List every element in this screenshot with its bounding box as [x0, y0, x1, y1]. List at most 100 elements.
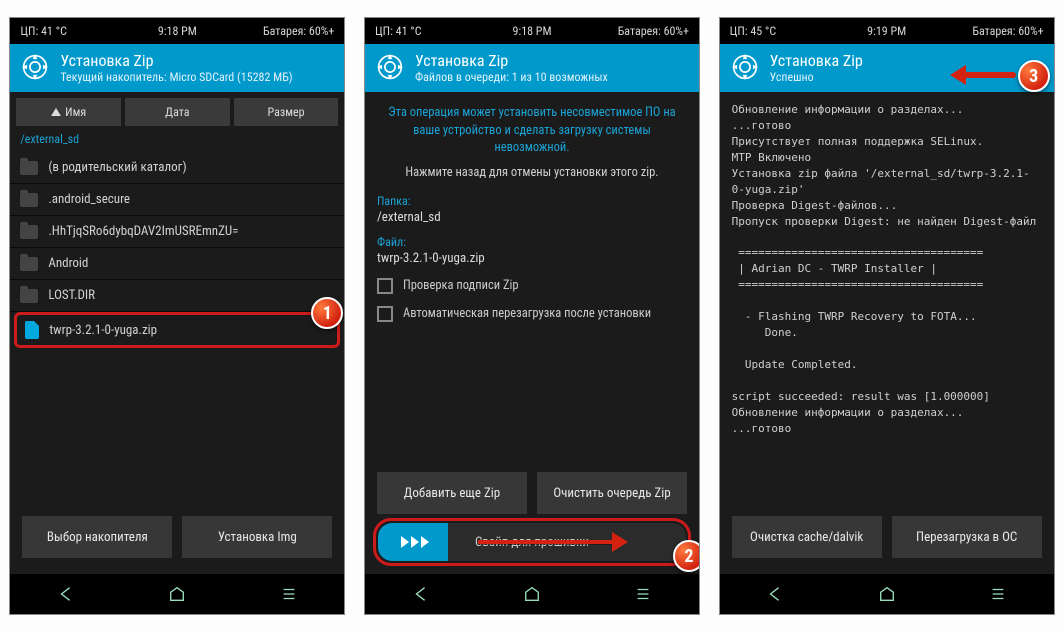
sort-by-size-button[interactable]: Размер — [234, 98, 339, 126]
twrp-logo-icon — [18, 50, 52, 84]
warning-text: Эта операция может установить несовмести… — [365, 92, 699, 165]
select-storage-button[interactable]: Выбор накопителя — [22, 516, 172, 558]
folder-icon — [20, 161, 38, 175]
folder-icon — [20, 193, 38, 207]
annotation-arrow-icon — [952, 64, 1016, 88]
folder-row[interactable]: LOST.DIR — [10, 280, 344, 312]
button-label: Установка Img — [218, 530, 297, 545]
nav-back-icon[interactable] — [765, 584, 785, 604]
result-panel: Обновление информации о разделах... ...г… — [720, 92, 1054, 574]
button-label: Добавить еще Zip — [404, 486, 500, 501]
folder-icon — [20, 257, 38, 271]
checkbox-icon — [377, 306, 393, 322]
system-nav-bar — [365, 574, 699, 614]
status-battery: Батарея: 60%+ — [939, 24, 1044, 38]
status-cpu: ЦП: 45 °C — [730, 24, 835, 38]
nav-back-icon[interactable] — [411, 584, 431, 604]
status-cpu: ЦП: 41 °C — [375, 24, 480, 38]
folder-icon — [20, 225, 38, 239]
folder-value: /external_sd — [365, 210, 699, 231]
nav-recent-icon[interactable] — [633, 584, 653, 604]
hint-text: Нажмите назад для отмены установки этого… — [365, 165, 699, 190]
page-subtitle: Текущий накопитель: Micro SDCard (15282 … — [60, 70, 292, 84]
parent-dir-row[interactable]: (в родительский каталог) — [10, 152, 344, 184]
folder-row[interactable]: .android_secure — [10, 184, 344, 216]
file-name: .android_secure — [48, 192, 130, 207]
page-title: Установка Zip — [60, 51, 292, 70]
nav-home-icon[interactable] — [167, 584, 187, 604]
page-subtitle: Файлов в очереди: 1 из 10 возможных — [415, 70, 608, 84]
file-name: twrp-3.2.1-0-yuga.zip — [49, 323, 157, 338]
reboot-system-button[interactable]: Перезагрузка в ОС — [892, 516, 1042, 558]
page-subtitle: Успешно — [770, 70, 863, 84]
nav-home-icon[interactable] — [877, 584, 897, 604]
screen-install-result: ЦП: 45 °C 9:19 PM Батарея: 60%+ Установк… — [719, 17, 1055, 615]
file-icon — [25, 321, 39, 339]
button-label: Перезагрузка в ОС — [916, 530, 1017, 545]
file-browser: Имя Дата Размер /external_sd (в родитель… — [10, 92, 344, 574]
sort-asc-icon — [51, 108, 61, 116]
status-bar: ЦП: 41 °C 9:18 PM Батарея: 60%+ — [10, 18, 344, 44]
twrp-logo-icon — [373, 50, 407, 84]
add-more-zip-button[interactable]: Добавить еще Zip — [377, 472, 527, 514]
folder-row[interactable]: .HhTjqSRo6dybqDAV2ImUSREmnZU= — [10, 216, 344, 248]
nav-recent-icon[interactable] — [279, 584, 299, 604]
swipe-to-flash[interactable]: Свайп для прошивки — [378, 523, 686, 561]
status-battery: Батарея: 60%+ — [584, 24, 689, 38]
file-value: twrp-3.2.1-0-yuga.zip — [365, 251, 699, 272]
step-badge-3: 3 — [1018, 60, 1050, 92]
app-header: Установка Zip Успешно 3 — [720, 44, 1054, 92]
file-name: (в родительский каталог) — [48, 160, 186, 175]
step-badge-1: 1 — [311, 297, 343, 329]
sort-name-label: Имя — [65, 105, 86, 119]
checkbox-icon — [377, 278, 393, 294]
auto-reboot-checkbox[interactable]: Автоматическая перезагрузка после устано… — [365, 300, 699, 328]
file-name: Android — [48, 256, 88, 271]
app-header: Установка Zip Текущий накопитель: Micro … — [10, 44, 344, 92]
nav-back-icon[interactable] — [56, 584, 76, 604]
system-nav-bar — [720, 574, 1054, 614]
console-output: Обновление информации о разделах... ...г… — [720, 92, 1054, 447]
clear-queue-button[interactable]: Очистить очередь Zip — [537, 472, 687, 514]
screen-install-confirm: ЦП: 41 °C 9:18 PM Батарея: 60%+ Установк… — [364, 17, 700, 615]
status-bar: ЦП: 41 °C 9:18 PM Батарея: 60%+ — [365, 18, 699, 44]
button-label: Выбор накопителя — [47, 530, 148, 545]
status-time: 9:19 PM — [834, 24, 939, 38]
folder-label: Папка: — [365, 190, 699, 210]
step-badge-2: 2 — [673, 540, 699, 572]
sort-by-date-button[interactable]: Дата — [125, 98, 230, 126]
page-title: Установка Zip — [415, 51, 608, 70]
file-name: .HhTjqSRo6dybqDAV2ImUSREmnZU= — [48, 224, 238, 239]
nav-home-icon[interactable] — [522, 584, 542, 604]
file-name: LOST.DIR — [48, 288, 95, 303]
status-bar: ЦП: 45 °C 9:19 PM Батарея: 60%+ — [720, 18, 1054, 44]
wipe-cache-button[interactable]: Очистка cache/dalvik — [732, 516, 882, 558]
file-list: (в родительский каталог) .android_secure… — [10, 152, 344, 348]
swipe-annotation-outline: Свайп для прошивки — [373, 518, 691, 566]
confirm-panel: Эта операция может установить несовмести… — [365, 92, 699, 574]
status-time: 9:18 PM — [480, 24, 585, 38]
file-label: Файл: — [365, 231, 699, 251]
folder-icon — [20, 289, 38, 303]
status-battery: Батарея: 60%+ — [230, 24, 335, 38]
status-time: 9:18 PM — [125, 24, 230, 38]
button-label: Очистить очередь Zip — [553, 486, 670, 501]
button-label: Очистка cache/dalvik — [750, 530, 863, 545]
verify-signature-checkbox[interactable]: Проверка подписи Zip — [365, 272, 699, 300]
page-title: Установка Zip — [770, 51, 863, 70]
annotation-arrow-icon — [478, 537, 628, 561]
zip-file-row[interactable]: twrp-3.2.1-0-yuga.zip 1 — [14, 312, 340, 348]
install-img-button[interactable]: Установка Img — [182, 516, 332, 558]
app-header: Установка Zip Файлов в очереди: 1 из 10 … — [365, 44, 699, 92]
sort-by-name-button[interactable]: Имя — [16, 98, 121, 126]
screen-install-file-browser: ЦП: 41 °C 9:18 PM Батарея: 60%+ Установк… — [9, 17, 345, 615]
sort-date-label: Дата — [165, 105, 189, 119]
checkbox-label: Проверка подписи Zip — [403, 278, 519, 293]
status-cpu: ЦП: 41 °C — [20, 24, 125, 38]
folder-row[interactable]: Android — [10, 248, 344, 280]
system-nav-bar — [10, 574, 344, 614]
current-path[interactable]: /external_sd — [10, 128, 344, 152]
nav-recent-icon[interactable] — [988, 584, 1008, 604]
checkbox-label: Автоматическая перезагрузка после устано… — [403, 306, 651, 321]
twrp-logo-icon — [728, 50, 762, 84]
